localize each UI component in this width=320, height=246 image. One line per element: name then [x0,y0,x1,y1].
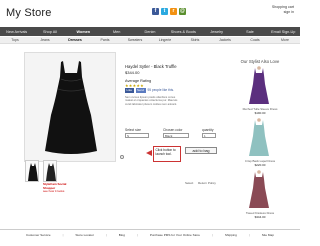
product-title: Haydel Sytler - Black Truffle [125,64,177,69]
footer-separator: | [212,233,213,237]
facebook-like-button[interactable]: Like [125,88,134,93]
account-links: Shopping cart sign in [230,5,294,15]
sign-in-link[interactable]: sign in [230,10,294,15]
subnav-item[interactable]: Jeans [30,38,60,42]
subnav-item[interactable]: Tops [0,38,30,42]
recommended-product-image[interactable] [243,118,275,158]
footer-link[interactable]: Shipping [225,233,237,237]
recommendations-title: Our Stylist Also Love [240,59,280,64]
recommended-product-price: $220.00 [254,163,266,167]
nav-item[interactable]: Shop All [33,30,66,34]
product-price: $344.00 [125,70,140,75]
product-thumbnail[interactable] [43,160,57,182]
subnav-item[interactable]: Jackets [210,38,240,42]
size-select[interactable]: S [125,133,149,138]
subnav-item[interactable]: Sweaters [120,38,150,42]
nav-item[interactable]: Men [100,30,133,34]
product-thumbnail[interactable] [25,160,39,182]
recommended-product-price: $190.00 [254,111,266,115]
nav-item[interactable]: Shoes & Boots [167,30,200,34]
zoom-icon[interactable] [120,155,124,159]
footer-divider [0,229,300,230]
twitter-icon[interactable]: t [161,8,168,15]
rss-icon[interactable]: r [170,8,177,15]
social-shopper-badge[interactable]: StyleCam Social Shopper see how it looks [43,182,78,194]
footer-link[interactable]: Customer Service [26,233,51,237]
quantity-label: quantity [202,128,214,132]
size-label: Select size [125,128,141,132]
nav-item[interactable]: Jewelry [200,30,233,34]
select-link[interactable]: Select [185,181,193,185]
facebook-icon[interactable]: f [152,8,159,15]
store-logo[interactable]: My Store [6,7,52,19]
badge-subtitle: see how it looks [43,189,65,194]
facebook-like-bar: Like Send 95 people like this. [125,88,174,93]
launch-tool-callout: Click button to launch tool. [153,146,181,162]
sub-nav: Tops Jeans Dresses Pants Sweaters Lingerie Ski… [0,37,300,44]
add-to-bag-button[interactable]: add to bag [185,147,217,154]
social-icons: f t r @ [152,8,186,15]
color-label: Chosen color [163,128,183,132]
footer-link[interactable]: Purchase PMS for Your Online Store [150,233,200,237]
dress-image [45,61,97,154]
subnav-item[interactable]: Pants [90,38,120,42]
nav-item[interactable]: Denim [133,30,166,34]
main-nav: New Arrivals Shop All Women Men Denim Shoes &… [0,27,300,36]
recommended-product-image[interactable] [243,66,275,106]
footer-separator: | [105,233,107,237]
facebook-send-button[interactable]: Send [135,88,146,93]
recommended-product-price: $344.00 [254,215,266,219]
footer-separator: | [62,233,64,237]
subnav-item[interactable]: More [270,38,300,42]
callout-pointer [146,150,152,156]
nav-item[interactable]: Sale [233,30,266,34]
nav-item[interactable]: New Arrivals [0,30,33,34]
return-policy-link[interactable]: Return Policy [198,181,216,185]
nav-item[interactable]: Women [67,30,100,34]
quantity-select[interactable]: 1 [202,133,216,138]
product-description: Sem cursus lipsum posits ulterdons conus… [125,96,178,106]
subnav-item[interactable]: Skirts [180,38,210,42]
footer-separator: | [137,233,138,237]
footer-separator: | [248,233,250,237]
subnav-item[interactable]: Dresses [60,38,90,42]
footer-link[interactable]: Site Map [262,233,274,237]
email-icon[interactable]: @ [179,8,186,15]
subnav-item[interactable]: Lingerie [150,38,180,42]
color-select[interactable]: Black [163,133,189,138]
footer-link[interactable]: Store Locator [75,233,94,237]
like-count: 95 people like this. [147,88,174,93]
subnav-item[interactable]: Coats [240,38,270,42]
recommended-product-image[interactable] [243,170,275,210]
footer-link[interactable]: Blog [119,233,125,237]
nav-item[interactable]: Email Sign-Up [267,30,300,34]
footer-links: Customer Service | Store Locator | Blog | Purc… [26,233,274,237]
product-main-image[interactable] [24,52,116,162]
